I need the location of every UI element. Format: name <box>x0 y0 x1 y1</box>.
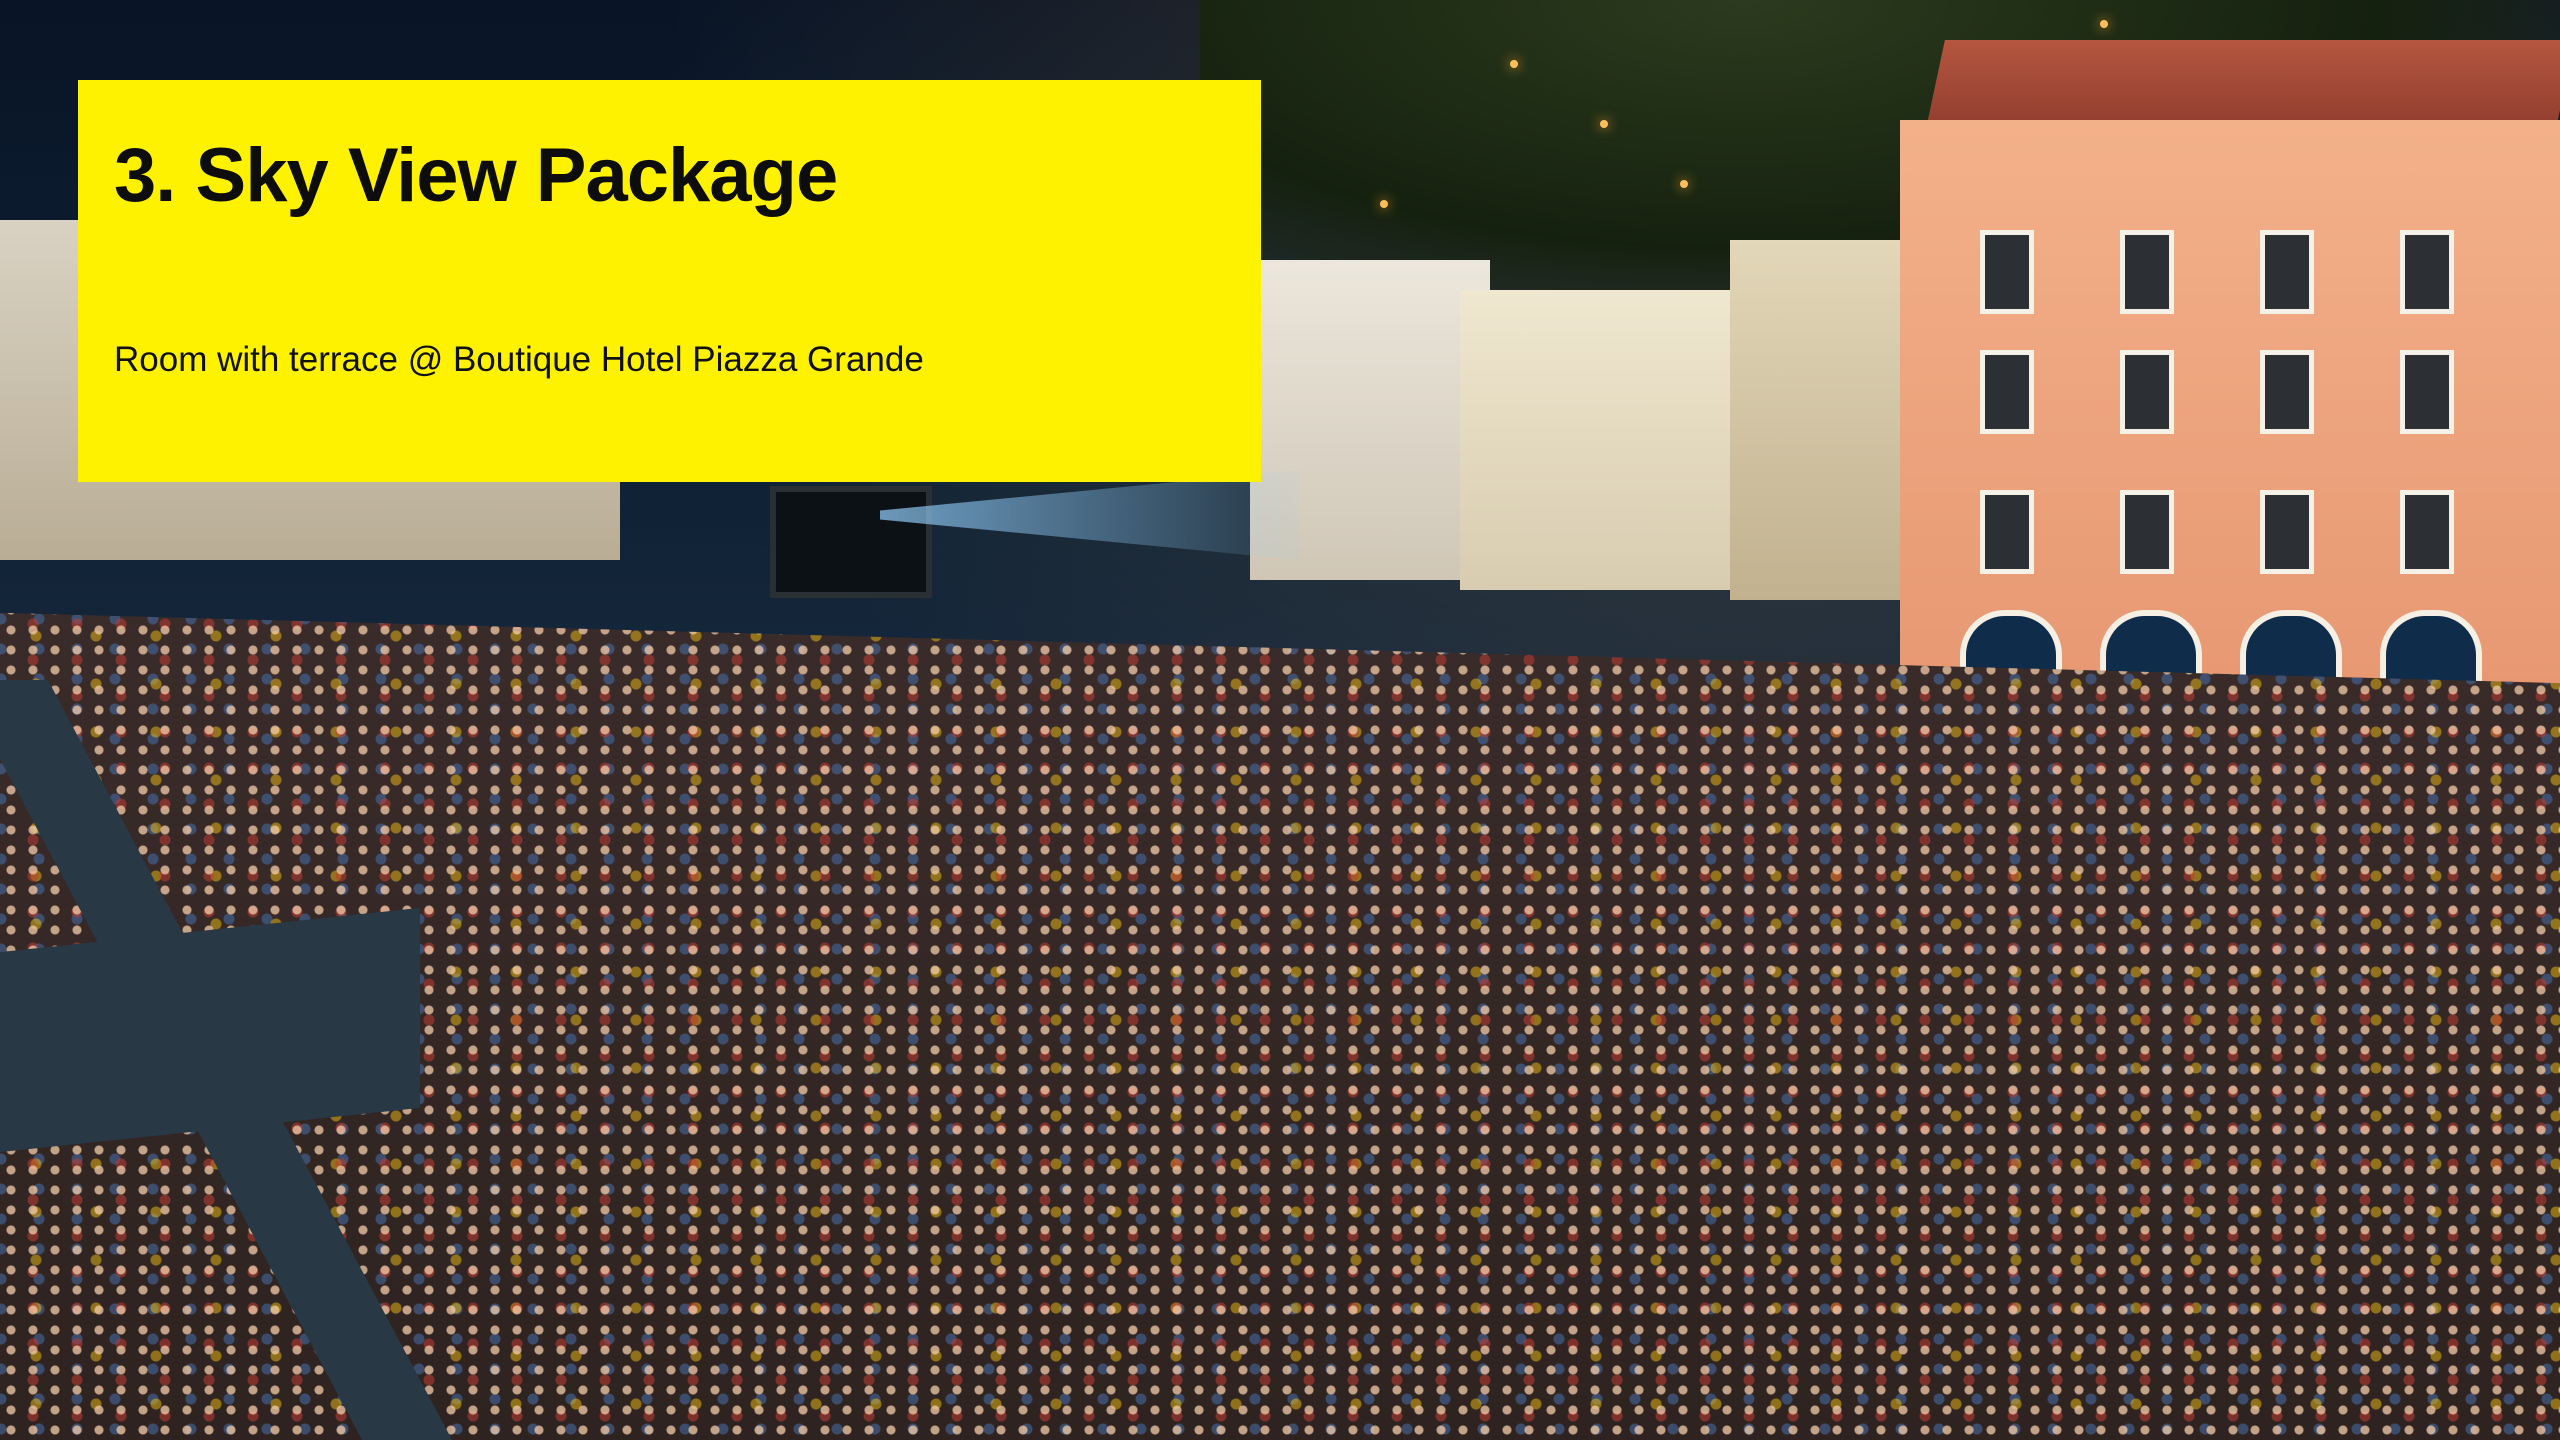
window <box>2260 490 2314 574</box>
building <box>1730 240 1920 600</box>
cinema-screen <box>770 486 932 598</box>
window <box>2260 350 2314 434</box>
slide-title: 3. Sky View Package <box>114 133 838 218</box>
slide-subtitle: Room with terrace @ Boutique Hotel Piazz… <box>114 340 924 379</box>
window <box>1980 490 2034 574</box>
window <box>2120 230 2174 314</box>
projector-beam <box>880 470 1300 560</box>
building <box>1460 290 1740 590</box>
window <box>2120 490 2174 574</box>
city-light <box>2100 20 2108 28</box>
city-light <box>1680 180 1688 188</box>
window <box>2120 350 2174 434</box>
window <box>1980 350 2034 434</box>
window <box>2400 230 2454 314</box>
city-light <box>1600 120 1608 128</box>
window <box>2400 490 2454 574</box>
city-light <box>1380 200 1388 208</box>
window <box>1980 230 2034 314</box>
window <box>2400 350 2454 434</box>
title-card: 3. Sky View Package Room with terrace @ … <box>78 80 1261 482</box>
slide: 3. Sky View Package Room with terrace @ … <box>0 0 2560 1440</box>
window <box>2260 230 2314 314</box>
city-light <box>1510 60 1518 68</box>
